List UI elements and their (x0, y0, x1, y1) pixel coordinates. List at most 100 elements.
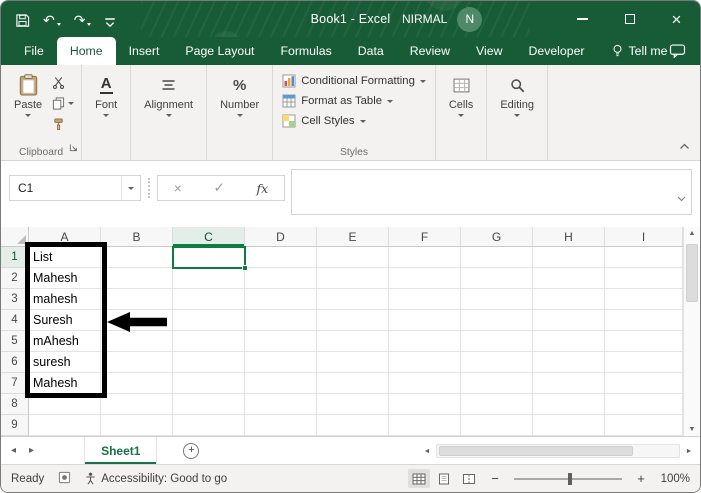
cell-A4[interactable]: Suresh (29, 310, 101, 331)
cell-A3[interactable]: mahesh (29, 289, 101, 310)
tab-file[interactable]: File (11, 37, 57, 65)
column-header-I[interactable]: I (605, 227, 683, 247)
conditional-formatting-button[interactable]: Conditional Formatting (282, 74, 426, 88)
cell-H9[interactable] (533, 415, 605, 436)
cell-A5[interactable]: mAhesh (29, 331, 101, 352)
name-box[interactable]: C1 (9, 175, 141, 201)
cell-G7[interactable] (461, 373, 533, 394)
cell-E4[interactable] (317, 310, 389, 331)
cell-I9[interactable] (605, 415, 683, 436)
cell-F5[interactable] (389, 331, 461, 352)
cell-C1[interactable] (173, 247, 245, 268)
column-header-H[interactable]: H (533, 227, 605, 247)
row-header-4[interactable]: 4 (1, 310, 29, 331)
cut-button[interactable] (52, 75, 74, 90)
select-all-corner[interactable] (1, 227, 29, 247)
number-button[interactable]: % Number (212, 69, 267, 117)
cell-E7[interactable] (317, 373, 389, 394)
formula-bar-splitter[interactable] (148, 178, 150, 198)
cell-B5[interactable] (101, 331, 173, 352)
cell-I8[interactable] (605, 394, 683, 415)
cell-D1[interactable] (245, 247, 317, 268)
cell-B1[interactable] (101, 247, 173, 268)
scroll-up-button[interactable]: ▲ (689, 230, 696, 237)
customize-quick-access-button[interactable] (104, 10, 116, 28)
format-as-table-caret[interactable] (387, 99, 393, 103)
column-header-C[interactable]: C (173, 227, 245, 247)
view-page-layout-button[interactable] (433, 469, 455, 488)
cell-A6[interactable]: suresh (29, 352, 101, 373)
horizontal-scrollbar[interactable]: ◄ ► (420, 442, 696, 460)
cell-B8[interactable] (101, 394, 173, 415)
tab-developer[interactable]: Developer (515, 37, 597, 65)
row-header-9[interactable]: 9 (1, 415, 29, 436)
vertical-scroll-thumb[interactable] (686, 244, 698, 302)
column-header-B[interactable]: B (101, 227, 173, 247)
enter-button[interactable]: ✓ (213, 180, 224, 196)
cell-B9[interactable] (101, 415, 173, 436)
cell-G5[interactable] (461, 331, 533, 352)
cell-H3[interactable] (533, 289, 605, 310)
cell-H7[interactable] (533, 373, 605, 394)
expand-formula-bar-button[interactable] (677, 189, 686, 207)
clipboard-dialog-launcher[interactable] (69, 139, 78, 157)
cell-A1[interactable]: List (29, 247, 101, 268)
avatar[interactable]: N (457, 6, 483, 32)
minimize-button[interactable] (559, 1, 606, 37)
macro-record-button[interactable] (58, 471, 71, 487)
zoom-out-button[interactable]: − (488, 471, 502, 486)
tab-formulas[interactable]: Formulas (267, 37, 344, 65)
row-header-1[interactable]: 1 (1, 247, 29, 268)
row-header-7[interactable]: 7 (1, 373, 29, 394)
zoom-slider-thumb[interactable] (568, 472, 572, 485)
column-header-F[interactable]: F (389, 227, 461, 247)
close-button[interactable]: × (653, 1, 700, 37)
cell-I3[interactable] (605, 289, 683, 310)
tell-me-button[interactable]: Tell me (612, 37, 667, 65)
cell-styles-button[interactable]: Cell Styles (282, 114, 426, 128)
cell-H5[interactable] (533, 331, 605, 352)
scroll-left-button[interactable]: ◄ (420, 448, 434, 455)
cell-H6[interactable] (533, 352, 605, 373)
cell-F4[interactable] (389, 310, 461, 331)
row-header-8[interactable]: 8 (1, 394, 29, 415)
tab-view[interactable]: View (463, 37, 515, 65)
format-painter-button[interactable] (52, 117, 74, 132)
new-sheet-button[interactable]: + (183, 442, 200, 459)
view-normal-button[interactable] (408, 469, 430, 488)
cell-H8[interactable] (533, 394, 605, 415)
cell-A7[interactable]: Mahesh (29, 373, 101, 394)
tab-review[interactable]: Review (397, 37, 463, 65)
maximize-button[interactable] (606, 1, 653, 37)
previous-sheet-button[interactable]: ◂ (11, 445, 16, 456)
cell-F7[interactable] (389, 373, 461, 394)
zoom-slider[interactable] (514, 472, 622, 485)
cell-styles-caret[interactable] (359, 119, 366, 123)
cell-E5[interactable] (317, 331, 389, 352)
alignment-button[interactable]: Alignment (136, 69, 201, 117)
row-header-5[interactable]: 5 (1, 331, 29, 352)
accessibility-status[interactable]: Accessibility: Good to go (85, 472, 227, 485)
tab-insert[interactable]: Insert (116, 37, 173, 65)
next-sheet-button[interactable]: ▸ (29, 445, 34, 456)
cell-H1[interactable] (533, 247, 605, 268)
cell-F6[interactable] (389, 352, 461, 373)
cell-A9[interactable] (29, 415, 101, 436)
cell-G3[interactable] (461, 289, 533, 310)
row-header-6[interactable]: 6 (1, 352, 29, 373)
cancel-button[interactable]: × (174, 181, 182, 196)
cell-E3[interactable] (317, 289, 389, 310)
zoom-level[interactable]: 100% (656, 473, 690, 485)
cell-G4[interactable] (461, 310, 533, 331)
column-header-E[interactable]: E (317, 227, 389, 247)
vertical-scrollbar[interactable]: ▲ ▼ (683, 227, 700, 436)
copy-button[interactable] (52, 96, 75, 111)
cell-D5[interactable] (245, 331, 317, 352)
name-box-dropdown[interactable] (121, 176, 140, 200)
cell-C8[interactable] (173, 394, 245, 415)
cell-G8[interactable] (461, 394, 533, 415)
cell-C5[interactable] (173, 331, 245, 352)
cell-F1[interactable] (389, 247, 461, 268)
row-header-3[interactable]: 3 (1, 289, 29, 310)
cell-E9[interactable] (317, 415, 389, 436)
